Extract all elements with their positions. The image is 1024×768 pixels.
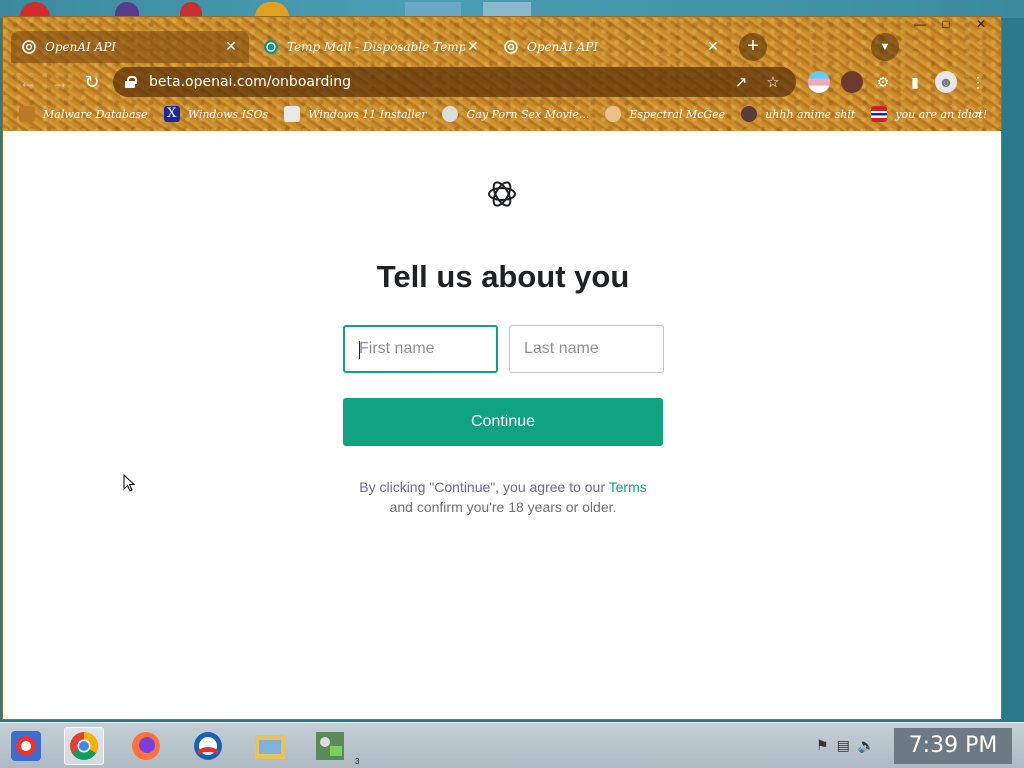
taskbar-app[interactable] [188, 727, 228, 765]
tab-title: OpenAI API [527, 40, 599, 54]
profile-icon[interactable]: ☻ [935, 71, 957, 93]
url-text[interactable]: beta.openai.com/onboarding [149, 74, 720, 90]
text-caret [359, 341, 360, 359]
bookmark-item[interactable]: X Windows ISOs [163, 106, 269, 122]
flag-icon [871, 106, 888, 122]
obama-icon [194, 732, 222, 760]
firefox-icon [132, 732, 160, 760]
x-icon: X [163, 106, 180, 122]
new-tab-button[interactable]: + [739, 33, 767, 61]
extension-avatar-icon[interactable] [841, 71, 863, 93]
bookmark-label: Windows ISOs [187, 107, 269, 121]
openai-logo-icon [488, 181, 516, 207]
volume-icon[interactable]: 🔈 [858, 737, 875, 754]
minimize-button[interactable]: — [907, 17, 933, 33]
bookmark-item[interactable]: Malware Database [19, 106, 148, 122]
last-name-input[interactable] [509, 325, 664, 373]
extensions-puzzle-icon[interactable]: ⚙ [872, 71, 894, 93]
tab-title: OpenAI API [45, 40, 117, 54]
tab-close-icon[interactable]: ✕ [223, 39, 239, 55]
address-bar[interactable]: beta.openai.com/onboarding ↗ ☆ [113, 67, 796, 97]
mouse-cursor-icon [123, 474, 135, 492]
extension-flag-icon[interactable] [808, 71, 830, 93]
bookmark-item[interactable]: Gay Porn Sex Movie... [442, 106, 589, 122]
bookmark-item[interactable]: uhhh anime shit [741, 106, 855, 122]
bookmark-label: Gay Porn Sex Movie... [466, 107, 590, 121]
bookmark-star-icon[interactable]: ☆ [762, 73, 784, 91]
tab-close-icon[interactable]: ✕ [705, 39, 721, 55]
reload-icon[interactable]: ↻ [79, 69, 105, 95]
bookmark-item[interactable]: Espectral McGee [605, 106, 725, 122]
close-window-button[interactable]: ✕ [959, 17, 1001, 33]
side-panel-icon[interactable]: ▮ [904, 71, 926, 93]
malware-icon [19, 106, 35, 122]
menu-kebab-icon[interactable]: ⋮ [967, 71, 989, 93]
page-title: Tell us about you [376, 259, 630, 294]
taskbar-app[interactable] [250, 727, 290, 765]
share-icon[interactable]: ↗ [730, 73, 752, 91]
installer-icon [284, 106, 301, 122]
tempmail-icon [264, 40, 278, 54]
bookmark-label: Windows 11 Installer [308, 107, 427, 121]
maximize-button[interactable]: □ [933, 17, 959, 33]
taskbar-badge: 3 [355, 757, 360, 766]
chrome-icon [70, 732, 98, 760]
bookmarks-overflow-icon[interactable]: » [974, 107, 981, 121]
taskbar-app[interactable] [6, 727, 46, 765]
file-explorer-icon [255, 735, 285, 759]
network-icon[interactable]: ▤ [837, 737, 850, 754]
lock-icon[interactable] [125, 76, 137, 88]
legal-notice: By clicking "Continue", you agree to our… [3, 477, 1001, 517]
taskbar-app[interactable] [310, 727, 350, 765]
back-arrow-icon[interactable]: ← [15, 69, 41, 95]
bookmark-label: Espectral McGee [629, 107, 726, 121]
bookmarks-bar: Malware Database X Windows ISOs Windows … [3, 101, 1001, 127]
onboarding-page: Tell us about you Continue By clicking "… [3, 131, 1001, 719]
action-center-flag-icon[interactable]: ⚑ [816, 737, 829, 754]
legal-suffix: and confirm you're 18 years or older. [389, 499, 617, 515]
window-controls: — □ ✕ [907, 17, 1001, 33]
network-app-icon [316, 732, 344, 760]
bookmark-label: Malware Database [43, 107, 148, 121]
bookmark-item[interactable]: you are an idiot! [871, 106, 987, 122]
chrome-alt-icon [11, 731, 41, 761]
tab-openai-2[interactable]: OpenAI API ✕ [493, 31, 731, 63]
browser-window: — □ ✕ OpenAI API ✕ Temp Mail - Disposabl… [2, 16, 1002, 720]
tab-title: Temp Mail - Disposable Temporary [287, 40, 465, 54]
taskbar-app[interactable] [64, 727, 104, 765]
terms-link[interactable]: Terms [609, 479, 647, 495]
legal-prefix: By clicking "Continue", you agree to our [359, 479, 609, 495]
continue-button[interactable]: Continue [343, 398, 663, 446]
taskbar-app[interactable] [126, 727, 166, 765]
browser-chrome: — □ ✕ OpenAI API ✕ Temp Mail - Disposabl… [3, 17, 1001, 131]
first-name-input[interactable] [343, 325, 498, 373]
site-icon [442, 106, 459, 122]
system-tray: ⚑ ▤ 🔈 [816, 737, 875, 754]
tab-openai-1[interactable]: OpenAI API ✕ [11, 31, 249, 63]
forward-arrow-icon[interactable]: → [47, 69, 73, 95]
tab-close-icon[interactable]: ✕ [465, 39, 481, 55]
bookmark-label: uhhh anime shit [765, 107, 856, 121]
browser-toolbar: ← → ↻ beta.openai.com/onboarding ↗ ☆ ⚙ ▮… [3, 65, 1001, 99]
anime-icon [741, 106, 758, 122]
avatar-icon [605, 106, 622, 122]
bookmark-item[interactable]: Windows 11 Installer [284, 106, 426, 122]
openai-icon [22, 40, 36, 54]
tab-temp-mail[interactable]: Temp Mail - Disposable Temporary ✕ [253, 31, 491, 63]
openai-icon [504, 40, 518, 54]
taskbar-clock[interactable]: 7:39 PM [894, 728, 1012, 764]
taskbar: 3 ⚑ ▤ 🔈 7:39 PM [0, 722, 1024, 768]
tab-search-button[interactable]: ▼ [871, 33, 899, 61]
